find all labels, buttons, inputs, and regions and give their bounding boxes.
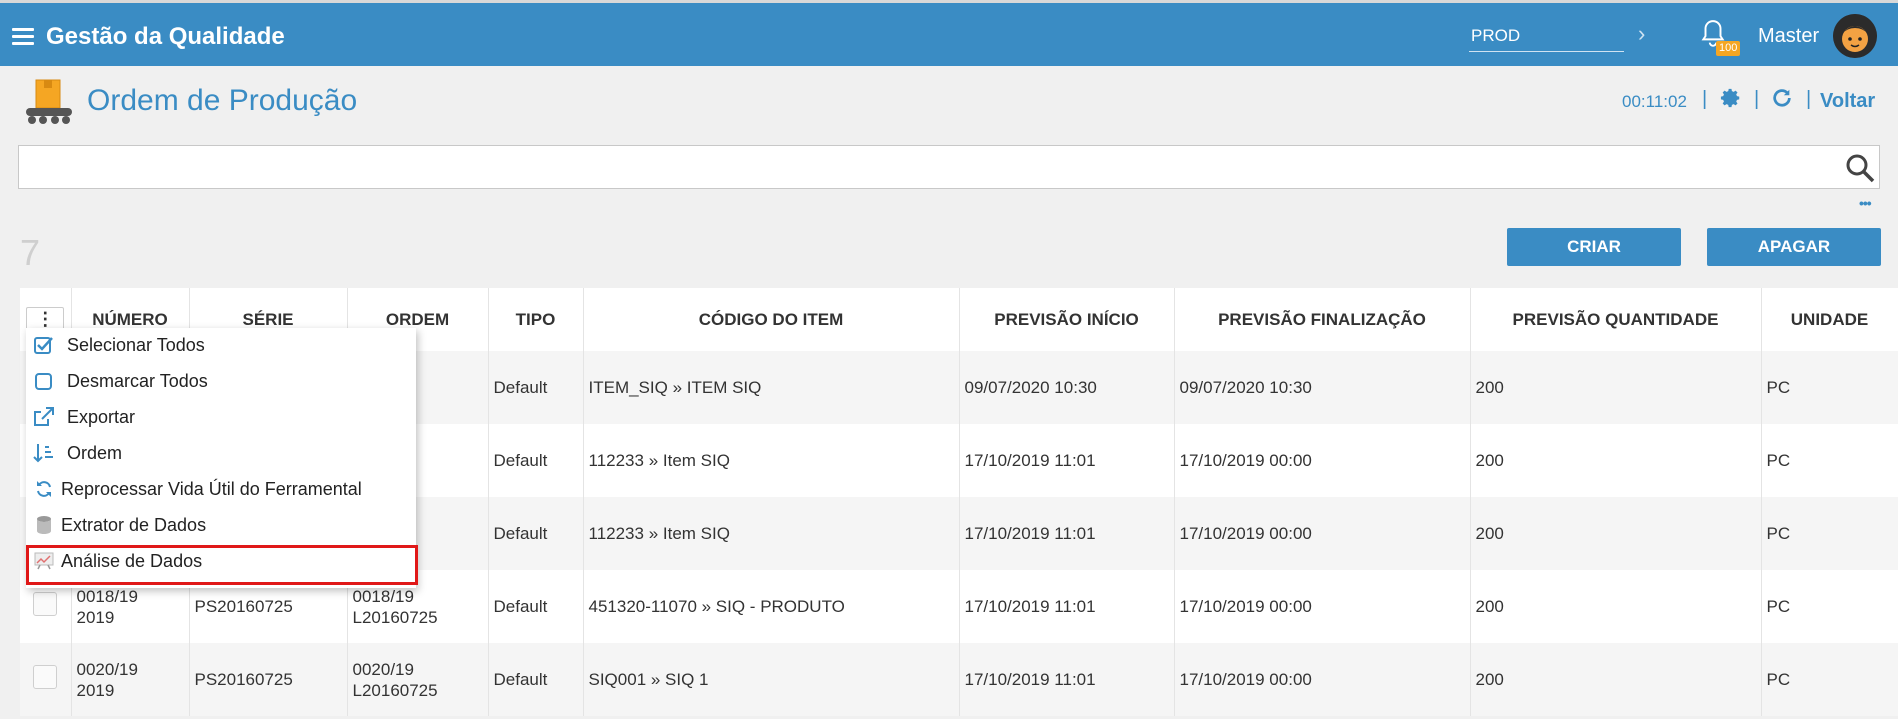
record-count: 7	[20, 232, 41, 273]
menu-item-data-extractor[interactable]: Extrator de Dados	[26, 508, 416, 542]
divider: |	[1702, 88, 1708, 110]
database-icon	[31, 514, 57, 536]
create-button[interactable]: CRIAR	[1507, 228, 1681, 266]
table-cell-codigo: ITEM_SIQ » ITEM SIQ	[583, 351, 960, 424]
table-cell-inicio: 17/10/2019 11:01	[959, 497, 1175, 570]
refresh-button[interactable]	[1771, 87, 1793, 114]
table-cell-quantidade: 200	[1470, 570, 1762, 643]
checkbox-checked-icon	[31, 334, 57, 356]
table-cell-inicio: 17/10/2019 11:01	[959, 643, 1175, 716]
row-checkbox-cell	[20, 643, 72, 716]
table-cell-codigo: 112233 » Item SIQ	[583, 497, 960, 570]
menu-item-label: Selecionar Todos	[67, 334, 205, 355]
column-header[interactable]: PREVISÃO FINALIZAÇÃO	[1174, 288, 1471, 351]
menu-item-label: Extrator de Dados	[61, 514, 207, 535]
table-cell-quantidade: 200	[1470, 497, 1762, 570]
column-header[interactable]: TIPO	[488, 288, 584, 351]
menu-item-reprocess[interactable]: Reprocessar Vida Útil do Ferramental	[26, 472, 416, 506]
table-cell-unidade: PC	[1761, 424, 1898, 497]
table-cell-tipo: Default	[488, 643, 584, 716]
search-input[interactable]	[18, 145, 1880, 189]
search-icon[interactable]	[1845, 153, 1875, 183]
gear-icon	[1720, 88, 1740, 108]
column-header[interactable]: UNIDADE	[1761, 288, 1898, 351]
table-cell-quantidade: 200	[1470, 424, 1762, 497]
table-cell-unidade: PC	[1761, 351, 1898, 424]
production-order-icon	[24, 78, 74, 126]
checkbox-empty-icon	[31, 370, 57, 392]
menu-item-label: Análise de Dados	[61, 550, 203, 571]
more-options-icon[interactable]: •••	[1859, 195, 1872, 211]
chevron-right-icon[interactable]: ›	[1638, 21, 1645, 47]
session-timer: 00:11:02	[1622, 92, 1687, 111]
hamburger-menu-icon[interactable]	[12, 28, 34, 46]
table-cell-inicio: 09/07/2020 10:30	[959, 351, 1175, 424]
table-cell-unidade: PC	[1761, 497, 1898, 570]
column-header[interactable]: PREVISÃO QUANTIDADE	[1470, 288, 1762, 351]
menu-item-label: Ordem	[67, 442, 123, 463]
table-cell-inicio: 17/10/2019 11:01	[959, 570, 1175, 643]
column-header[interactable]: CÓDIGO DO ITEM	[583, 288, 960, 351]
refresh-icon	[1773, 89, 1791, 107]
back-link[interactable]: Voltar	[1820, 90, 1875, 113]
refresh-icon	[31, 478, 57, 500]
table-cell-tipo: Default	[488, 351, 584, 424]
divider: |	[1754, 88, 1760, 110]
table-cell-serie: PS20160725	[189, 643, 348, 716]
table-cell-numero: 0020/19 2019	[71, 643, 190, 716]
environment-selector[interactable]: PROD	[1469, 22, 1624, 52]
table-cell-tipo: Default	[488, 497, 584, 570]
avatar[interactable]	[1833, 14, 1877, 58]
table-cell-ordem: 0020/19 L20160725	[347, 643, 489, 716]
column-header[interactable]: PREVISÃO INÍCIO	[959, 288, 1175, 351]
chart-icon	[31, 550, 57, 572]
export-icon	[31, 406, 57, 428]
notification-badge: 100	[1716, 41, 1741, 56]
sort-icon	[31, 442, 57, 464]
table-cell-tipo: Default	[488, 570, 584, 643]
table-cell-fim: 17/10/2019 00:00	[1174, 497, 1471, 570]
menu-item-deselect-all[interactable]: Desmarcar Todos	[26, 364, 416, 398]
delete-button[interactable]: APAGAR	[1707, 228, 1881, 266]
app-title: Gestão da Qualidade	[46, 23, 285, 50]
table-options-menu: Selecionar Todos Desmarcar Todos Exporta…	[26, 328, 416, 588]
settings-button[interactable]	[1720, 87, 1742, 114]
table-cell-quantidade: 200	[1470, 643, 1762, 716]
table-cell-quantidade: 200	[1470, 351, 1762, 424]
table-cell-fim: 17/10/2019 00:00	[1174, 424, 1471, 497]
table-cell-unidade: PC	[1761, 570, 1898, 643]
table-cell-fim: 17/10/2019 00:00	[1174, 570, 1471, 643]
table-cell-tipo: Default	[488, 424, 584, 497]
table-cell-codigo: 451320-11070 » SIQ - PRODUTO	[583, 570, 960, 643]
row-checkbox[interactable]	[33, 592, 58, 616]
divider: |	[1806, 88, 1812, 110]
menu-item-sort[interactable]: Ordem	[26, 436, 416, 470]
table-cell-codigo: SIQ001 » SIQ 1	[583, 643, 960, 716]
row-checkbox[interactable]	[33, 665, 58, 689]
table-cell-codigo: 112233 » Item SIQ	[583, 424, 960, 497]
table-cell-unidade: PC	[1761, 643, 1898, 716]
menu-item-data-analysis[interactable]: Análise de Dados	[26, 544, 416, 578]
menu-item-label: Desmarcar Todos	[67, 370, 208, 391]
table-row[interactable]: 0020/19 2019 PS20160725 0020/19 L20160725 D…	[20, 643, 1898, 716]
table-cell-fim: 09/07/2020 10:30	[1174, 351, 1471, 424]
table-cell-fim: 17/10/2019 00:00	[1174, 643, 1471, 716]
top-bar: Gestão da Qualidade PROD › 100 Master	[0, 0, 1898, 66]
user-name[interactable]: Master	[1758, 25, 1819, 48]
menu-item-select-all[interactable]: Selecionar Todos	[26, 328, 416, 362]
page-title: Ordem de Produção	[87, 84, 358, 117]
menu-item-label: Exportar	[67, 406, 136, 427]
menu-item-label: Reprocessar Vida Útil do Ferramental	[61, 478, 362, 499]
table-cell-inicio: 17/10/2019 11:01	[959, 424, 1175, 497]
menu-item-export[interactable]: Exportar	[26, 400, 416, 434]
